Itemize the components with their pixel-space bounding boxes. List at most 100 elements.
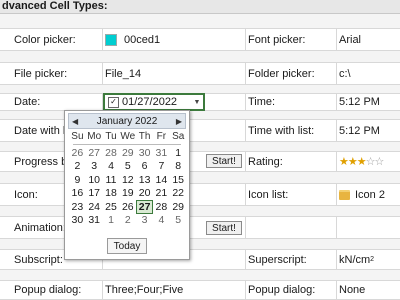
calendar-day[interactable]: 1 <box>170 146 187 160</box>
date-label: Date: <box>14 96 41 108</box>
calendar-day[interactable]: 31 <box>86 214 103 228</box>
color-picker-row: Color picker: 00ced1 Font picker: Arial <box>0 29 400 51</box>
calendar-days: 26 27 28 29 30 31 1 2 3 4 5 6 7 8 9 10 11 12 13 14 15 16 17 18 1… <box>69 146 187 227</box>
calendar-day[interactable]: 28 <box>153 200 170 214</box>
date-list-row: Date with list Time with list: 5:12 PM <box>0 120 400 142</box>
star-icon[interactable]: ★ <box>339 155 349 168</box>
calendar-day[interactable]: 26 <box>119 200 136 214</box>
spacer-row <box>0 51 400 63</box>
font-picker-cell[interactable]: Arial <box>339 29 400 50</box>
calendar-day[interactable]: 17 <box>86 187 103 201</box>
calendar-day[interactable]: 6 <box>136 160 153 174</box>
rating-label: Rating: <box>248 155 283 168</box>
calendar-divider <box>73 144 181 145</box>
color-swatch <box>105 33 117 46</box>
weekday-label: Th <box>138 131 151 142</box>
calendar-day[interactable]: 2 <box>119 214 136 228</box>
file-picker-row: File picker: File_14 Folder picker: c:\ <box>0 63 400 85</box>
folder-icon <box>339 189 350 200</box>
calendar-day[interactable]: 20 <box>136 187 153 201</box>
calendar-day[interactable]: 29 <box>119 146 136 160</box>
weekday-label: Sa <box>172 131 185 142</box>
calendar-day[interactable]: 13 <box>136 173 153 187</box>
calendar-day[interactable]: 16 <box>69 187 86 201</box>
star-empty-icon[interactable]: ☆ <box>366 155 376 168</box>
time-cell[interactable]: 5:12 PM <box>339 94 400 110</box>
animation-start-button[interactable]: Start! <box>206 221 242 235</box>
section-title: dvanced Cell Types: <box>2 0 108 12</box>
file-picker-cell[interactable]: File_14 <box>105 63 245 84</box>
popup-right-cell[interactable]: None <box>339 281 400 299</box>
color-picker-label: Color picker: <box>14 33 76 46</box>
calendar-day[interactable]: 24 <box>86 200 103 214</box>
calendar-day[interactable]: 19 <box>119 187 136 201</box>
calendar-day[interactable]: 3 <box>136 214 153 228</box>
progress-row: Progress bar Start! Rating: ★ ★ ★ ☆ ☆ <box>0 152 400 172</box>
rating-stars[interactable]: ★ ★ ★ ☆ ☆ <box>339 152 400 171</box>
calendar-day[interactable]: 3 <box>86 160 103 174</box>
date-editor[interactable]: ✓ 01/27/2022 ▼ <box>103 93 205 111</box>
calendar-day[interactable]: 14 <box>153 173 170 187</box>
calendar-day[interactable]: 5 <box>170 214 187 228</box>
spacer-row <box>0 270 400 281</box>
time-label: Time: <box>248 96 276 108</box>
chevron-left-icon[interactable]: ◀ <box>72 117 78 126</box>
popup-label: Popup dialog: <box>14 284 82 296</box>
popup-right-label: Popup dialog: <box>248 284 316 296</box>
subscript-row: Subscript: Superscript: kN/cm 2 <box>0 250 400 270</box>
progress-start-button[interactable]: Start! <box>206 154 242 168</box>
icon-list-cell[interactable]: Icon 2 <box>339 184 400 205</box>
superscript-base: kN/cm <box>339 253 371 266</box>
calendar-day[interactable]: 4 <box>103 160 120 174</box>
calendar-day[interactable]: 22 <box>170 187 187 201</box>
checkbox-icon[interactable]: ✓ <box>108 96 119 108</box>
star-icon[interactable]: ★ <box>348 155 358 168</box>
calendar-day[interactable]: 7 <box>153 160 170 174</box>
weekday-label: Su <box>71 131 84 142</box>
calendar-day[interactable]: 2 <box>69 160 86 174</box>
chevron-right-icon[interactable]: ▶ <box>176 117 182 126</box>
calendar-day[interactable]: 28 <box>103 146 120 160</box>
calendar-day[interactable]: 12 <box>119 173 136 187</box>
spacer-row <box>0 14 400 29</box>
calendar-day[interactable]: 9 <box>69 173 86 187</box>
folder-picker-label: Folder picker: <box>248 67 315 80</box>
chevron-down-icon[interactable]: ▼ <box>191 95 203 109</box>
time-list-cell[interactable]: 5:12 PM <box>339 120 400 141</box>
spacer-row <box>0 111 400 120</box>
calendar-day[interactable]: 1 <box>103 214 120 228</box>
calendar-day[interactable]: 26 <box>69 146 86 160</box>
popup-row: Popup dialog: Three;Four;Five Popup dial… <box>0 281 400 300</box>
calendar-day[interactable]: 30 <box>136 146 153 160</box>
spacer-row <box>0 172 400 184</box>
color-picker-cell[interactable]: 00ced1 <box>105 29 245 50</box>
file-picker-label: File picker: <box>14 67 68 80</box>
today-button[interactable]: Today <box>107 238 147 254</box>
calendar-day[interactable]: 23 <box>69 200 86 214</box>
section-header: dvanced Cell Types: <box>0 0 400 14</box>
star-empty-icon[interactable]: ☆ <box>375 155 385 168</box>
superscript-cell[interactable]: kN/cm 2 <box>339 250 400 269</box>
star-icon[interactable]: ★ <box>357 155 367 168</box>
calendar-day[interactable]: 27 <box>86 146 103 160</box>
calendar-day[interactable]: 18 <box>103 187 120 201</box>
calendar-popup: ◀ January 2022 ▶ Su Mo Tu We Th Fr Sa 26 27 28 29… <box>64 110 190 260</box>
calendar-weekdays: Su Mo Tu We Th Fr Sa <box>69 131 187 142</box>
calendar-day[interactable]: 8 <box>170 160 187 174</box>
calendar-day-selected[interactable]: 27 <box>136 200 153 214</box>
calendar-day[interactable]: 10 <box>86 173 103 187</box>
calendar-day[interactable]: 31 <box>153 146 170 160</box>
calendar-day[interactable]: 29 <box>170 200 187 214</box>
popup-cell[interactable]: Three;Four;Five <box>105 281 245 299</box>
calendar-day[interactable]: 15 <box>170 173 187 187</box>
calendar-day[interactable]: 5 <box>119 160 136 174</box>
calendar-day[interactable]: 30 <box>69 214 86 228</box>
folder-picker-cell[interactable]: c:\ <box>339 63 400 84</box>
spacer-row <box>0 239 400 250</box>
calendar-day[interactable]: 4 <box>153 214 170 228</box>
superscript-exp: 2 <box>370 256 375 263</box>
calendar-month[interactable]: January 2022 <box>97 116 158 127</box>
calendar-day[interactable]: 25 <box>103 200 120 214</box>
calendar-day[interactable]: 11 <box>103 173 120 187</box>
calendar-day[interactable]: 21 <box>153 187 170 201</box>
